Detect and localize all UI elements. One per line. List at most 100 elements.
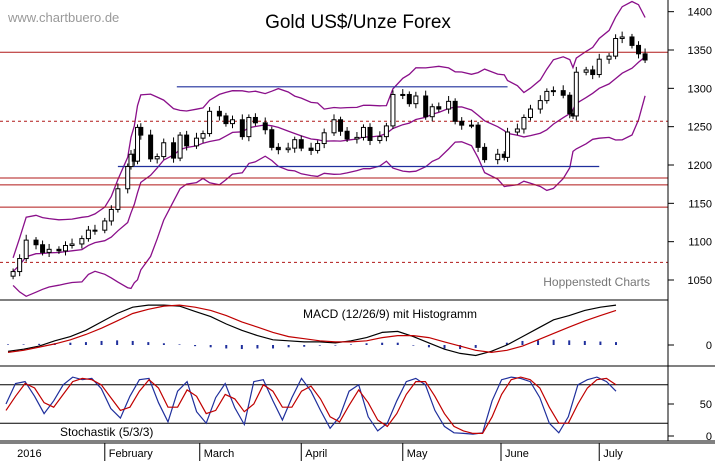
candle-body bbox=[642, 53, 648, 61]
candle-body bbox=[606, 55, 612, 60]
candle-body bbox=[125, 166, 131, 190]
candle-body bbox=[292, 139, 298, 149]
price-y-tick-label: 1150 bbox=[688, 198, 712, 210]
candle-body bbox=[102, 220, 108, 231]
candle-body bbox=[56, 248, 62, 252]
candle-body bbox=[436, 106, 442, 110]
price-y-tick-label: 1050 bbox=[688, 275, 712, 287]
candle-body bbox=[544, 90, 550, 102]
candle-body bbox=[338, 119, 344, 132]
candle-body bbox=[308, 147, 314, 151]
x-tick-label: February bbox=[109, 448, 154, 460]
candle-body bbox=[92, 229, 98, 232]
candle-body bbox=[527, 108, 533, 118]
candle-body bbox=[285, 147, 291, 151]
candle-body bbox=[46, 248, 52, 253]
candle-body bbox=[184, 134, 190, 147]
candle-body bbox=[33, 239, 39, 246]
candle-body bbox=[85, 229, 91, 240]
macd-y-tick-label: 0 bbox=[706, 340, 712, 352]
candle-body bbox=[17, 258, 23, 273]
candle-body bbox=[537, 100, 543, 110]
candle-body bbox=[138, 126, 144, 136]
candle-body bbox=[223, 115, 229, 125]
candle-body bbox=[423, 95, 429, 118]
candle-body bbox=[148, 134, 154, 160]
stoch-y-tick-label: 50 bbox=[700, 399, 712, 411]
candle-body bbox=[469, 124, 475, 127]
candle-body bbox=[344, 130, 350, 140]
candle-body bbox=[298, 139, 304, 149]
chart-title: Gold US$/Unze Forex bbox=[265, 12, 451, 33]
candle-body bbox=[193, 137, 199, 147]
candle-body bbox=[216, 110, 222, 117]
candle-body bbox=[629, 36, 635, 46]
candle-body bbox=[40, 244, 46, 253]
candle-body bbox=[619, 36, 625, 40]
candle-body bbox=[79, 238, 85, 245]
candle-body bbox=[406, 93, 412, 105]
candle-body bbox=[262, 122, 268, 131]
candle-body bbox=[452, 100, 458, 122]
candle-body bbox=[505, 131, 511, 158]
price-y-tick-label: 1250 bbox=[688, 122, 712, 134]
candle-body bbox=[573, 71, 579, 117]
candle-body bbox=[514, 128, 520, 133]
candle-body bbox=[269, 129, 275, 148]
candle-body bbox=[613, 38, 619, 57]
chart-root: www.chartbuero.de Gold US$/Unze Forex Ho… bbox=[0, 0, 715, 461]
stock-chart: www.chartbuero.de Gold US$/Unze Forex Ho… bbox=[0, 0, 715, 461]
candle-body bbox=[10, 271, 16, 277]
stochastik-title: Stochastik (5/3/3) bbox=[60, 425, 153, 439]
candle-body bbox=[390, 93, 396, 127]
candle-body bbox=[360, 126, 366, 138]
candle-body bbox=[383, 125, 389, 138]
candle-body bbox=[377, 136, 383, 141]
candle-body bbox=[321, 132, 327, 145]
candle-body bbox=[161, 142, 167, 158]
candle-body bbox=[495, 153, 501, 161]
x-tick-label: May bbox=[407, 448, 428, 460]
candle-body bbox=[108, 208, 114, 222]
candle-body bbox=[354, 136, 360, 140]
candle-body bbox=[429, 106, 435, 118]
x-tick-label: April bbox=[305, 448, 327, 460]
price-y-tick-label: 1400 bbox=[688, 7, 712, 19]
x-tick-label: July bbox=[603, 448, 623, 460]
candle-body bbox=[62, 245, 68, 252]
candle-body bbox=[567, 94, 573, 115]
candle-body bbox=[596, 58, 602, 76]
candle-body bbox=[560, 90, 566, 96]
candle-body bbox=[482, 146, 488, 161]
candle-body bbox=[521, 116, 527, 130]
candle-body bbox=[154, 156, 160, 160]
candle-body bbox=[275, 146, 281, 151]
candle-body bbox=[171, 142, 177, 159]
candle-body bbox=[200, 133, 206, 139]
candle-body bbox=[315, 143, 321, 151]
macd-title: MACD (12/26/9) mit Histogramm bbox=[303, 307, 477, 321]
candle-body bbox=[239, 119, 245, 138]
candle-body bbox=[177, 134, 183, 159]
candle-body bbox=[115, 188, 121, 210]
candle-body bbox=[69, 243, 75, 246]
candle-body bbox=[475, 124, 481, 148]
candle-body bbox=[590, 69, 596, 76]
candle-body bbox=[331, 119, 337, 134]
price-y-tick-label: 1350 bbox=[688, 45, 712, 57]
candle-body bbox=[636, 44, 642, 55]
candle-body bbox=[367, 126, 373, 141]
candle-body bbox=[583, 69, 589, 73]
credit-text: Hoppenstedt Charts bbox=[543, 275, 650, 289]
candle-body bbox=[446, 100, 452, 110]
watermark-text: www.chartbuero.de bbox=[7, 10, 119, 25]
candle-body bbox=[252, 116, 258, 124]
candle-body bbox=[229, 119, 235, 125]
price-y-tick-label: 1200 bbox=[688, 160, 712, 172]
x-tick-label: 2016 bbox=[17, 448, 41, 460]
price-y-tick-label: 1100 bbox=[688, 237, 712, 249]
x-tick-label: March bbox=[204, 448, 235, 460]
stoch-y-tick-label: 0 bbox=[706, 431, 712, 443]
candle-body bbox=[23, 239, 29, 260]
candle-body bbox=[550, 90, 556, 93]
